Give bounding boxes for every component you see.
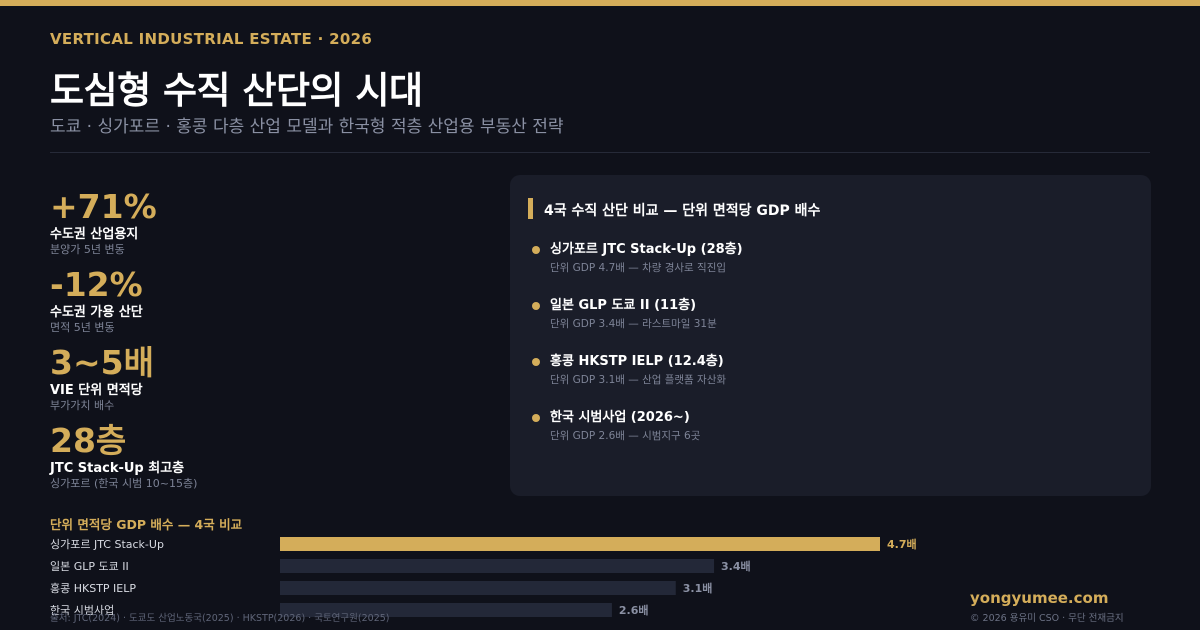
stat-value: +71%	[50, 187, 157, 226]
panel-accent-bar	[528, 198, 533, 219]
stat-label: 수도권 산업용지	[50, 227, 139, 242]
stat-value: -12%	[50, 265, 143, 304]
bar-2	[280, 581, 676, 595]
item-sub: 단위 GDP 3.4배 — 라스트마일 31분	[550, 318, 717, 330]
panel-title: 4국 수직 산단 비교 — 단위 면적당 GDP 배수	[544, 203, 821, 219]
bar-category-label: 싱가포르 JTC Stack-Up	[50, 538, 164, 551]
bullet-dot-icon	[532, 302, 540, 310]
stat-sub: 분양가 5년 변동	[50, 243, 125, 256]
chart-title: 단위 면적당 GDP 배수 — 4국 비교	[50, 517, 243, 532]
header-kicker: VERTICAL INDUSTRIAL ESTATE · 2026	[50, 30, 373, 48]
item-sub: 단위 GDP 3.1배 — 산업 플랫폼 자산화	[550, 374, 727, 386]
header-divider	[50, 152, 1150, 153]
bullet-dot-icon	[532, 414, 540, 422]
stat-item: 3~5배 VIE 단위 면적당 부가가치 배수	[50, 344, 470, 422]
bullet-dot-icon	[532, 246, 540, 254]
bar-1	[280, 559, 715, 573]
top-accent-bar	[0, 0, 1200, 6]
stat-label: VIE 단위 면적당	[50, 383, 143, 398]
stat-item: -12% 수도권 가용 산단 면적 5년 변동	[50, 266, 470, 344]
item-title: 일본 GLP 도쿄 II (11층)	[550, 298, 697, 313]
stat-sub: 싱가포르 (한국 시범 10~15층)	[50, 477, 198, 490]
bullet-dot-icon	[532, 358, 540, 366]
stat-sub: 부가가치 배수	[50, 399, 115, 412]
stat-value: 3~5배	[50, 343, 154, 382]
item-title: 싱가포르 JTC Stack-Up (28층)	[550, 242, 743, 257]
bar-value-label: 3.4배	[721, 559, 751, 573]
comparison-panel: 4국 수직 산단 비교 — 단위 면적당 GDP 배수 싱가포르 JTC Sta…	[510, 175, 1151, 496]
bar-value-label: 4.7배	[887, 537, 917, 551]
bar-category-label: 일본 GLP 도쿄 II	[50, 559, 129, 573]
copyright-text: © 2026 용유미 CSO · 무단 전재금지	[970, 613, 1124, 624]
stat-value: 28층	[50, 421, 127, 460]
item-title: 한국 시범사업 (2026~)	[550, 410, 690, 425]
page-subtitle: 도쿄 · 싱가포르 · 홍콩 다층 산업 모델과 한국형 적층 산업용 부동산 …	[50, 117, 564, 137]
stat-item: +71% 수도권 산업용지 분양가 5년 변동	[50, 188, 470, 266]
footer-source: 출처: JTC(2024) · 도쿄도 산업노동국(2025) · HKSTP(…	[50, 613, 390, 624]
stat-label: JTC Stack-Up 최고층	[50, 461, 185, 476]
bar-category-label: 홍콩 HKSTP IELP	[50, 581, 136, 595]
brand-link[interactable]: yongyumee.com	[970, 589, 1108, 607]
bar-value-label: 3.1배	[683, 581, 713, 595]
item-title: 홍콩 HKSTP IELP (12.4층)	[550, 354, 724, 369]
stat-sub: 면적 5년 변동	[50, 321, 115, 334]
stats-list: +71% 수도권 산업용지 분양가 5년 변동 -12% 수도권 가용 산단 면…	[50, 188, 470, 500]
stat-item: 28층 JTC Stack-Up 최고층 싱가포르 (한국 시범 10~15층)	[50, 422, 470, 500]
stat-label: 수도권 가용 산단	[50, 305, 143, 320]
bar-value-label: 2.6배	[619, 603, 649, 617]
item-sub: 단위 GDP 4.7배 — 차량 경사로 직진입	[550, 262, 727, 274]
item-sub: 단위 GDP 2.6배 — 시범지구 6곳	[550, 430, 701, 442]
bar-0	[280, 537, 880, 551]
page-title: 도심형 수직 산단의 시대	[50, 69, 423, 112]
